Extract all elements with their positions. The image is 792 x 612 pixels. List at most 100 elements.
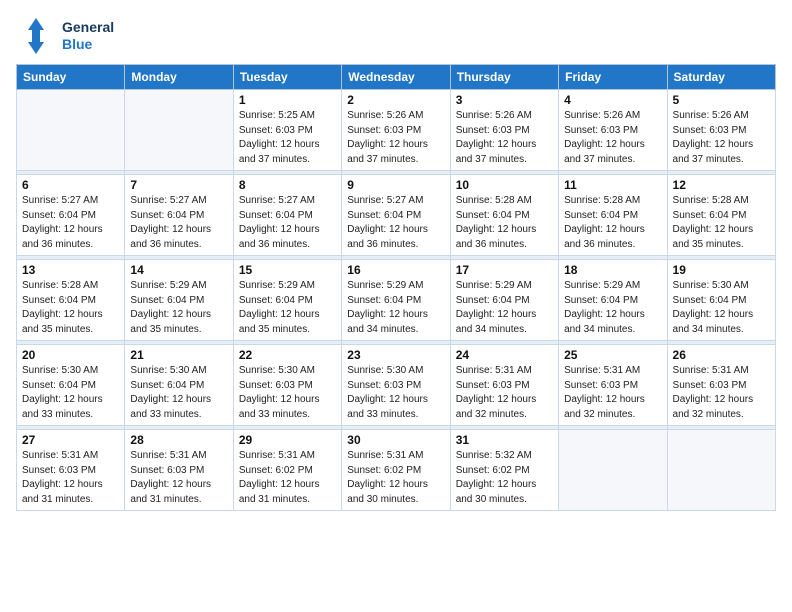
calendar-cell: 18 Sunrise: 5:29 AM Sunset: 6:04 PM Dayli…	[559, 260, 667, 341]
day-number: 13	[22, 263, 119, 277]
day-number: 22	[239, 348, 336, 362]
weekday-header-wednesday: Wednesday	[342, 65, 450, 90]
weekday-header-saturday: Saturday	[667, 65, 775, 90]
cell-text: Sunrise: 5:31 AM Sunset: 6:02 PM Dayligh…	[347, 449, 444, 507]
calendar-cell: 4 Sunrise: 5:26 AM Sunset: 6:03 PM Daylig…	[559, 90, 667, 171]
calendar-cell: 31Sunrise: 5:32 AM Sunset: 6:02 PM Dayli…	[450, 430, 558, 511]
calendar-week-row: 27Sunrise: 5:31 AM Sunset: 6:03 PM Dayli…	[17, 430, 776, 511]
calendar-cell: 2Sunrise: 5:26 AM Sunset: 6:03 PM Daylig…	[342, 90, 450, 171]
calendar-cell: 7 Sunrise: 5:27 AM Sunset: 6:04 PM Daylig…	[125, 175, 233, 256]
logo: GeneralBlue	[16, 16, 114, 56]
day-number: 31	[456, 433, 553, 447]
cell-text: Sunrise: 5:26 AM Sunset: 6:03 PM Dayligh…	[456, 109, 553, 167]
weekday-header-row: SundayMondayTuesdayWednesdayThursdayFrid…	[17, 65, 776, 90]
cell-text: Sunrise: 5:29 AM Sunset: 6:04 PM Dayligh…	[347, 279, 444, 337]
cell-text: Sunrise: 5:31 AM Sunset: 6:03 PM Dayligh…	[456, 364, 553, 422]
day-number: 24	[456, 348, 553, 362]
day-number: 21	[130, 348, 227, 362]
page-header: GeneralBlue	[16, 16, 776, 56]
calendar-cell: 16 Sunrise: 5:29 AM Sunset: 6:04 PM Dayli…	[342, 260, 450, 341]
cell-text: Sunrise: 5:31 AM Sunset: 6:03 PM Dayligh…	[564, 364, 661, 422]
calendar-cell: 30 Sunrise: 5:31 AM Sunset: 6:02 PM Dayli…	[342, 430, 450, 511]
calendar-cell: 28 Sunrise: 5:31 AM Sunset: 6:03 PM Dayli…	[125, 430, 233, 511]
calendar-week-row: 6 Sunrise: 5:27 AM Sunset: 6:04 PM Daylig…	[17, 175, 776, 256]
day-number: 5	[673, 93, 770, 107]
calendar-cell: 3 Sunrise: 5:26 AM Sunset: 6:03 PM Daylig…	[450, 90, 558, 171]
day-number: 23	[347, 348, 444, 362]
calendar-cell: 14 Sunrise: 5:29 AM Sunset: 6:04 PM Dayli…	[125, 260, 233, 341]
cell-text: Sunrise: 5:30 AM Sunset: 6:03 PM Dayligh…	[239, 364, 336, 422]
weekday-header-monday: Monday	[125, 65, 233, 90]
cell-text: Sunrise: 5:30 AM Sunset: 6:04 PM Dayligh…	[130, 364, 227, 422]
calendar-cell: 27Sunrise: 5:31 AM Sunset: 6:03 PM Dayli…	[17, 430, 125, 511]
cell-text: Sunrise: 5:27 AM Sunset: 6:04 PM Dayligh…	[239, 194, 336, 252]
calendar-cell: 12Sunrise: 5:28 AM Sunset: 6:04 PM Dayli…	[667, 175, 775, 256]
day-number: 14	[130, 263, 227, 277]
calendar-cell: 24 Sunrise: 5:31 AM Sunset: 6:03 PM Dayli…	[450, 345, 558, 426]
cell-text: Sunrise: 5:28 AM Sunset: 6:04 PM Dayligh…	[564, 194, 661, 252]
cell-text: Sunrise: 5:31 AM Sunset: 6:03 PM Dayligh…	[22, 449, 119, 507]
day-number: 30	[347, 433, 444, 447]
calendar-cell: 13 Sunrise: 5:28 AM Sunset: 6:04 PM Dayli…	[17, 260, 125, 341]
calendar-cell: 29 Sunrise: 5:31 AM Sunset: 6:02 PM Dayli…	[233, 430, 341, 511]
calendar-cell: 20Sunrise: 5:30 AM Sunset: 6:04 PM Dayli…	[17, 345, 125, 426]
cell-text: Sunrise: 5:25 AM Sunset: 6:03 PM Dayligh…	[239, 109, 336, 167]
logo-blue: Blue	[62, 36, 114, 54]
cell-text: Sunrise: 5:26 AM Sunset: 6:03 PM Dayligh…	[564, 109, 661, 167]
weekday-header-friday: Friday	[559, 65, 667, 90]
cell-text: Sunrise: 5:27 AM Sunset: 6:04 PM Dayligh…	[130, 194, 227, 252]
calendar-table: SundayMondayTuesdayWednesdayThursdayFrid…	[16, 64, 776, 511]
calendar-cell: 21 Sunrise: 5:30 AM Sunset: 6:04 PM Dayli…	[125, 345, 233, 426]
calendar-cell: 10Sunrise: 5:28 AM Sunset: 6:04 PM Dayli…	[450, 175, 558, 256]
day-number: 4	[564, 93, 661, 107]
calendar-cell: 8 Sunrise: 5:27 AM Sunset: 6:04 PM Daylig…	[233, 175, 341, 256]
cell-text: Sunrise: 5:29 AM Sunset: 6:04 PM Dayligh…	[130, 279, 227, 337]
day-number: 28	[130, 433, 227, 447]
calendar-cell	[17, 90, 125, 171]
day-number: 3	[456, 93, 553, 107]
calendar-cell: 15Sunrise: 5:29 AM Sunset: 6:04 PM Dayli…	[233, 260, 341, 341]
cell-text: Sunrise: 5:29 AM Sunset: 6:04 PM Dayligh…	[564, 279, 661, 337]
day-number: 10	[456, 178, 553, 192]
cell-text: Sunrise: 5:30 AM Sunset: 6:04 PM Dayligh…	[22, 364, 119, 422]
cell-text: Sunrise: 5:28 AM Sunset: 6:04 PM Dayligh…	[673, 194, 770, 252]
calendar-cell: 25Sunrise: 5:31 AM Sunset: 6:03 PM Dayli…	[559, 345, 667, 426]
logo-icon	[16, 16, 56, 56]
cell-text: Sunrise: 5:26 AM Sunset: 6:03 PM Dayligh…	[673, 109, 770, 167]
cell-text: Sunrise: 5:26 AM Sunset: 6:03 PM Dayligh…	[347, 109, 444, 167]
cell-text: Sunrise: 5:31 AM Sunset: 6:03 PM Dayligh…	[673, 364, 770, 422]
calendar-cell: 26 Sunrise: 5:31 AM Sunset: 6:03 PM Dayli…	[667, 345, 775, 426]
calendar-cell	[559, 430, 667, 511]
day-number: 18	[564, 263, 661, 277]
cell-text: Sunrise: 5:30 AM Sunset: 6:03 PM Dayligh…	[347, 364, 444, 422]
day-number: 16	[347, 263, 444, 277]
cell-text: Sunrise: 5:30 AM Sunset: 6:04 PM Dayligh…	[673, 279, 770, 337]
calendar-cell: 1 Sunrise: 5:25 AM Sunset: 6:03 PM Daylig…	[233, 90, 341, 171]
calendar-cell: 6Sunrise: 5:27 AM Sunset: 6:04 PM Daylig…	[17, 175, 125, 256]
calendar-cell: 23 Sunrise: 5:30 AM Sunset: 6:03 PM Dayli…	[342, 345, 450, 426]
calendar-week-row: 1 Sunrise: 5:25 AM Sunset: 6:03 PM Daylig…	[17, 90, 776, 171]
cell-text: Sunrise: 5:28 AM Sunset: 6:04 PM Dayligh…	[22, 279, 119, 337]
day-number: 7	[130, 178, 227, 192]
calendar-cell: 11Sunrise: 5:28 AM Sunset: 6:04 PM Dayli…	[559, 175, 667, 256]
logo-general: General	[62, 19, 114, 37]
cell-text: Sunrise: 5:29 AM Sunset: 6:04 PM Dayligh…	[456, 279, 553, 337]
day-number: 6	[22, 178, 119, 192]
day-number: 15	[239, 263, 336, 277]
cell-text: Sunrise: 5:31 AM Sunset: 6:03 PM Dayligh…	[130, 449, 227, 507]
day-number: 29	[239, 433, 336, 447]
day-number: 26	[673, 348, 770, 362]
calendar-week-row: 13 Sunrise: 5:28 AM Sunset: 6:04 PM Dayli…	[17, 260, 776, 341]
calendar-cell: 5 Sunrise: 5:26 AM Sunset: 6:03 PM Daylig…	[667, 90, 775, 171]
calendar-cell: 17 Sunrise: 5:29 AM Sunset: 6:04 PM Dayli…	[450, 260, 558, 341]
calendar-cell: 22 Sunrise: 5:30 AM Sunset: 6:03 PM Dayli…	[233, 345, 341, 426]
calendar-cell	[667, 430, 775, 511]
day-number: 1	[239, 93, 336, 107]
day-number: 9	[347, 178, 444, 192]
day-number: 8	[239, 178, 336, 192]
calendar-week-row: 20Sunrise: 5:30 AM Sunset: 6:04 PM Dayli…	[17, 345, 776, 426]
day-number: 17	[456, 263, 553, 277]
calendar-cell	[125, 90, 233, 171]
day-number: 19	[673, 263, 770, 277]
cell-text: Sunrise: 5:31 AM Sunset: 6:02 PM Dayligh…	[239, 449, 336, 507]
